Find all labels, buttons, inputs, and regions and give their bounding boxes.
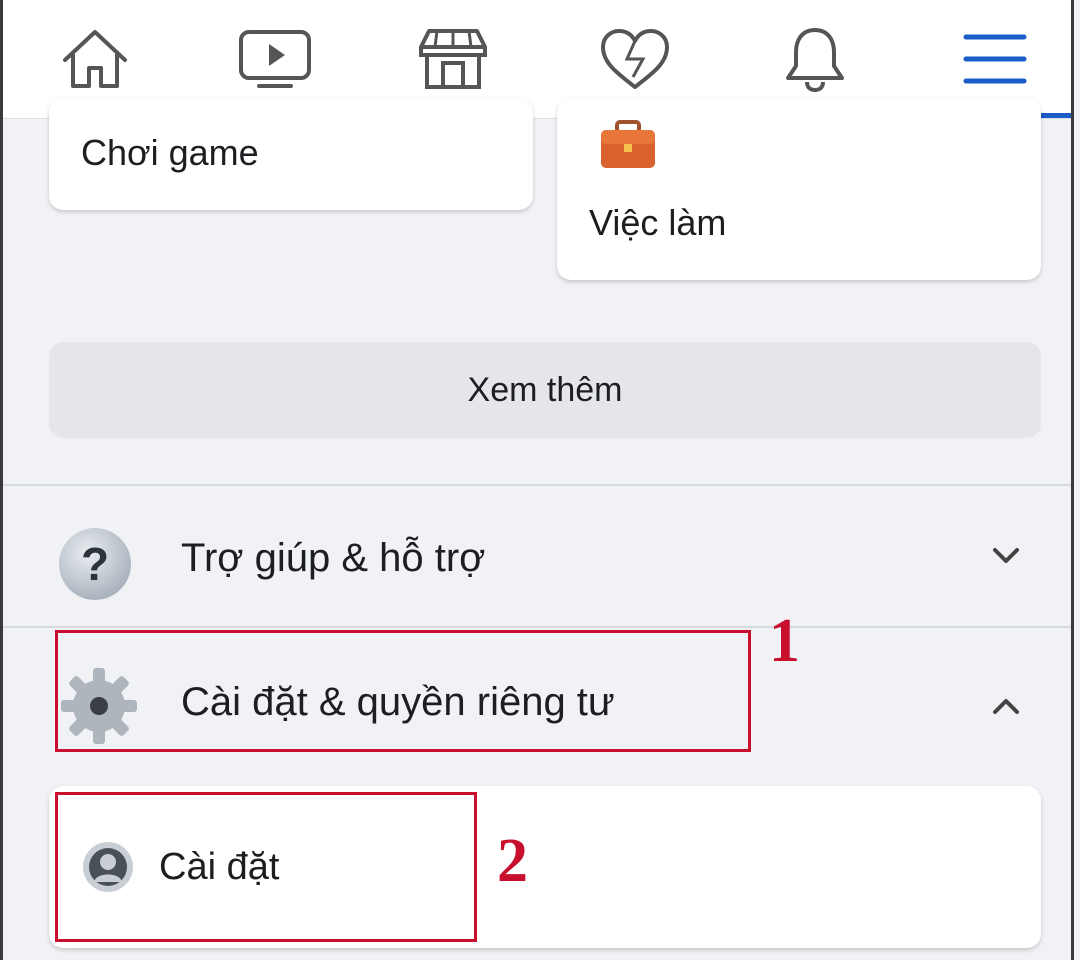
briefcase-icon: [601, 120, 655, 168]
annotation-number-1: 1: [769, 607, 800, 675]
chevron-down-icon[interactable]: [991, 546, 1021, 566]
home-icon: [63, 30, 127, 88]
dating-icon: [601, 29, 669, 89]
section-divider: [3, 626, 1071, 628]
video-icon: [239, 30, 311, 88]
svg-text:?: ?: [81, 538, 109, 590]
question-icon: ?: [59, 528, 131, 600]
help-support-row[interactable]: ? Trợ giúp & hỗ trợ: [3, 498, 1071, 618]
marketplace-icon: [419, 29, 487, 89]
chevron-up-icon[interactable]: [991, 696, 1021, 716]
gaming-label: Chơi game: [81, 132, 259, 173]
jobs-card[interactable]: Việc làm: [557, 98, 1041, 280]
annotation-box-1: [55, 630, 751, 752]
app-frame: Chơi game Việc làm Xem thêm ? Trợ giúp &…: [0, 0, 1074, 960]
gaming-card[interactable]: Chơi game: [49, 98, 533, 210]
jobs-label: Việc làm: [589, 202, 727, 243]
annotation-number-2: 2: [497, 827, 528, 895]
notifications-icon: [786, 28, 844, 93]
section-divider: [3, 484, 1071, 486]
menu-icon: [963, 34, 1027, 84]
help-support-label: Trợ giúp & hỗ trợ: [181, 536, 486, 580]
see-more-button[interactable]: Xem thêm: [49, 342, 1041, 438]
annotation-box-2: [55, 792, 477, 942]
